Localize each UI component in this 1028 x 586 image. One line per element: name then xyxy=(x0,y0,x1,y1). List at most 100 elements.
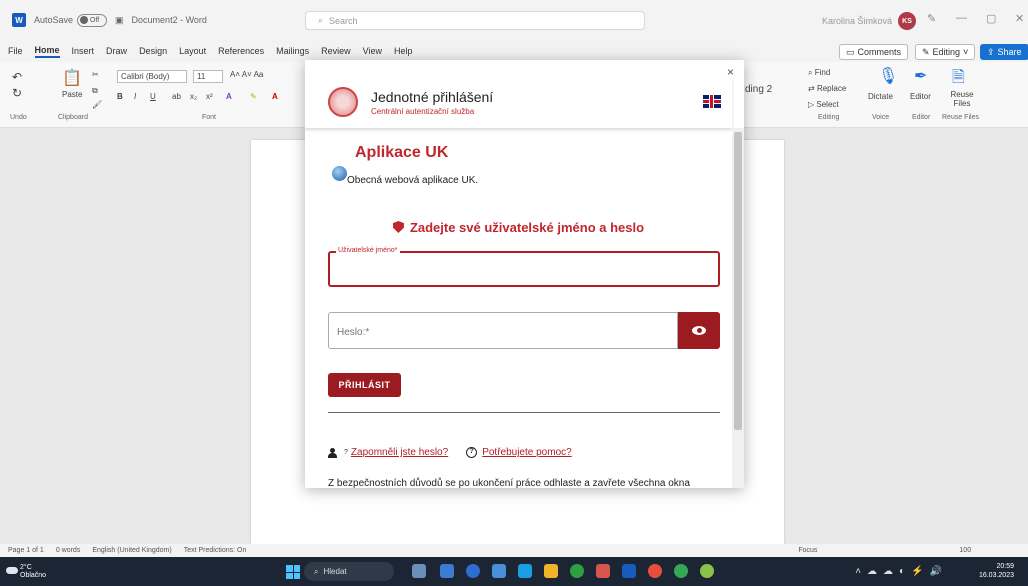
taskbar-app-chrome2-icon[interactable] xyxy=(648,564,662,578)
grow-font-icon[interactable]: A˄ A˅ Aa xyxy=(230,70,263,79)
replace-icon: ⇄ xyxy=(808,84,817,93)
taskbar-app-explorer-icon[interactable] xyxy=(544,564,558,578)
search-icon: ⌕ xyxy=(318,15,324,25)
word-logo-icon: W xyxy=(12,13,26,27)
forgot-password-link[interactable]: Zapomněli jste heslo? xyxy=(351,447,448,458)
username-field[interactable]: Uživatelské jméno* xyxy=(328,247,720,287)
taskbar-app-chat-icon[interactable] xyxy=(466,564,480,578)
weather-widget[interactable]: 2°C Oblačno xyxy=(20,564,46,580)
subscript-icon[interactable]: x₂ xyxy=(190,92,197,101)
reuse-files-icon[interactable]: 🗎 xyxy=(952,66,965,93)
taskbar-app-widgets-icon[interactable] xyxy=(412,564,426,578)
restore-icon[interactable]: ▢ xyxy=(986,12,996,25)
zoom-level[interactable]: 100 xyxy=(959,547,971,554)
tab-file[interactable]: File xyxy=(8,46,23,56)
taskbar-app-word-icon[interactable] xyxy=(622,564,636,578)
tab-review[interactable]: Review xyxy=(321,46,351,56)
close-window-icon[interactable]: ✕ xyxy=(1015,12,1024,25)
autosave-toggle[interactable]: Off xyxy=(77,13,108,27)
strikethrough-icon[interactable]: ab xyxy=(172,92,181,101)
login-button[interactable]: PŘIHLÁSIT xyxy=(328,373,401,397)
comments-label: Comments xyxy=(857,47,902,57)
tab-draw[interactable]: Draw xyxy=(106,46,127,56)
taskbar-app-chrome-icon[interactable] xyxy=(570,564,584,578)
username-input[interactable] xyxy=(338,263,708,277)
taskbar-app-edge-icon[interactable] xyxy=(518,564,532,578)
minimize-icon[interactable]: — xyxy=(956,12,967,24)
microphone-icon[interactable]: 🎙 xyxy=(878,66,898,86)
save-icon[interactable]: ▣ xyxy=(115,15,124,26)
avatar: KS xyxy=(898,12,917,30)
taskbar-app-store-icon[interactable] xyxy=(492,564,506,578)
tab-home[interactable]: Home xyxy=(34,45,60,58)
share-button[interactable]: ⇪ Share xyxy=(980,44,1028,60)
scrollbar-thumb[interactable] xyxy=(734,132,742,430)
help-link[interactable]: Potřebujete pomoc? xyxy=(482,447,572,458)
redo-icon[interactable]: ↻ xyxy=(12,86,22,100)
start-icon[interactable] xyxy=(286,565,300,579)
cut-icon[interactable]: ✂ xyxy=(92,70,99,79)
tab-view[interactable]: View xyxy=(363,46,382,56)
italic-icon[interactable]: I xyxy=(134,92,136,101)
uk-flag-icon[interactable] xyxy=(703,95,721,108)
font-color-icon[interactable]: A xyxy=(272,92,278,101)
text-predictions[interactable]: Text Predictions: On xyxy=(184,547,247,554)
pen-icon[interactable]: ✎ xyxy=(927,12,936,25)
tab-insert[interactable]: Insert xyxy=(72,46,95,56)
bold-icon[interactable]: B xyxy=(117,92,123,101)
taskbar-app-other-icon[interactable] xyxy=(700,564,714,578)
taskbar-app-chrome3-icon[interactable] xyxy=(674,564,688,578)
reuse-files-label[interactable]: Reuse Files xyxy=(946,90,978,108)
clock[interactable]: 20:59 16.03.2023 xyxy=(979,562,1014,580)
tab-mailings[interactable]: Mailings xyxy=(276,46,309,56)
search-box[interactable]: ⌕ Search xyxy=(305,11,645,30)
page-count[interactable]: Page 1 of 1 xyxy=(8,547,44,554)
language-indicator[interactable]: English (United Kingdom) xyxy=(92,547,171,554)
scrollbar[interactable] xyxy=(732,128,744,488)
system-tray-icons[interactable]: ˄☁☁◐⚡🔊 xyxy=(855,566,948,577)
font-name-select[interactable]: Calibri (Body) xyxy=(117,70,187,83)
paste-label[interactable]: Paste xyxy=(62,90,82,99)
group-label-editor: Editor xyxy=(912,114,931,121)
find-label: Find xyxy=(814,68,831,77)
password-input[interactable] xyxy=(337,325,667,339)
word-count[interactable]: 0 words xyxy=(56,547,81,554)
tab-design[interactable]: Design xyxy=(139,46,167,56)
editor-icon[interactable]: ✒ xyxy=(914,66,927,86)
taskbar-search[interactable]: ⌕ Hledat xyxy=(304,562,394,581)
paste-icon[interactable]: 📋 xyxy=(62,68,82,88)
font-size-select[interactable]: 11 xyxy=(193,70,223,83)
undo-icon[interactable]: ↶ xyxy=(12,70,22,84)
taskbar-app-office-icon[interactable] xyxy=(596,564,610,578)
chevron-down-icon: ˅ xyxy=(963,47,969,57)
user-account[interactable]: Karolina Šimková KS xyxy=(822,12,917,30)
text-effects-icon[interactable]: A xyxy=(226,92,232,101)
copy-icon[interactable]: ⧉ xyxy=(92,86,98,96)
style-heading-2[interactable]: ding 2 xyxy=(745,84,772,95)
share-label: Share xyxy=(997,47,1022,57)
status-bar: Page 1 of 1 0 words English (United King… xyxy=(0,544,1028,557)
editing-label: Editing xyxy=(932,47,961,57)
find-button[interactable]: ⌕ Find xyxy=(808,68,830,78)
select-button[interactable]: ▷ Select xyxy=(808,100,839,109)
replace-button[interactable]: ⇄ Replace xyxy=(808,84,846,93)
show-password-button[interactable] xyxy=(678,312,720,349)
help-links: ? Zapomněli jste heslo? ? Potřebujete po… xyxy=(328,447,572,458)
globe-icon xyxy=(332,166,347,181)
date: 16.03.2023 xyxy=(978,572,1014,579)
question-mark-small: ? xyxy=(344,449,348,456)
editor-label[interactable]: Editor xyxy=(910,92,931,101)
tab-layout[interactable]: Layout xyxy=(179,46,206,56)
focus-button[interactable]: Focus xyxy=(798,547,817,554)
dictate-label[interactable]: Dictate xyxy=(868,92,893,101)
superscript-icon[interactable]: x² xyxy=(206,92,213,101)
format-painter-icon[interactable]: 🖌 xyxy=(92,100,102,109)
password-field[interactable] xyxy=(328,312,678,349)
tab-references[interactable]: References xyxy=(218,46,264,56)
comments-button[interactable]: ▭ Comments xyxy=(839,44,909,60)
tab-help[interactable]: Help xyxy=(394,46,413,56)
underline-icon[interactable]: U xyxy=(150,92,156,101)
taskbar-app-files-icon[interactable] xyxy=(440,564,454,578)
editing-mode-button[interactable]: ✎ Editing ˅ xyxy=(915,44,976,60)
highlight-icon[interactable]: ✎ xyxy=(250,92,257,101)
